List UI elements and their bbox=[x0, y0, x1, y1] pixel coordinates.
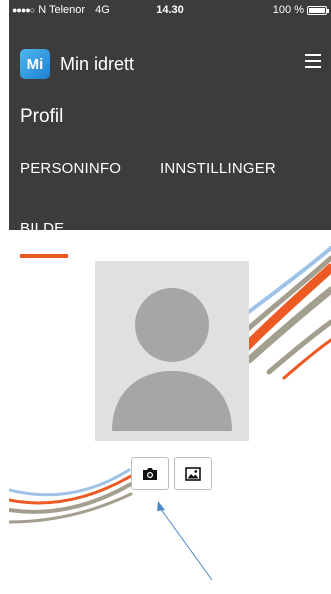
status-bar: ●●●●○ N Telenor 4G 14.30 100 % bbox=[9, 0, 331, 20]
camera-icon bbox=[143, 467, 157, 480]
tab-innstillinger[interactable]: INNSTILLINGER bbox=[160, 160, 276, 177]
profile-picture-placeholder bbox=[95, 261, 249, 441]
camera-button[interactable] bbox=[131, 457, 169, 490]
app-brand[interactable]: Mi Min idrett bbox=[20, 49, 134, 79]
image-icon bbox=[185, 466, 201, 481]
app-title: Min idrett bbox=[60, 53, 135, 74]
page-title: Profil bbox=[20, 106, 64, 127]
image-gallery-button[interactable] bbox=[174, 457, 212, 490]
status-right: 100 % bbox=[272, 4, 329, 16]
battery-icon bbox=[307, 5, 329, 15]
hamburger-icon[interactable] bbox=[305, 54, 321, 68]
app-logo: Mi bbox=[20, 49, 50, 79]
app-screen: ●●●●○ N Telenor 4G 14.30 100 % Mi Min id… bbox=[9, 0, 331, 594]
tab-personinfo[interactable]: PERSONINFO bbox=[20, 160, 121, 177]
person-silhouette-icon bbox=[112, 288, 232, 431]
battery-percent: 100 % bbox=[272, 4, 304, 16]
